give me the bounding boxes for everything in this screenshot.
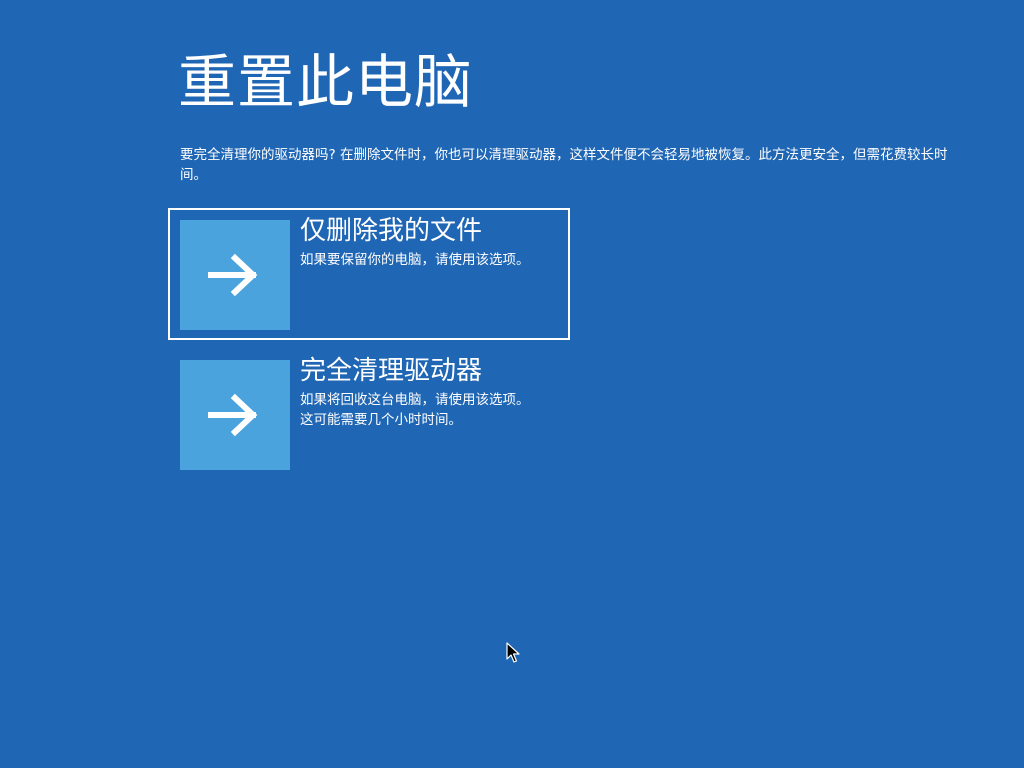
option-tile[interactable] <box>180 220 290 330</box>
option-fully-clean-drive[interactable]: 完全清理驱动器 如果将回收这台电脑，请使用该选项。这可能需要几个小时时间。 <box>168 348 570 480</box>
page-title: 重置此电脑 <box>178 48 474 116</box>
option-description: 如果将回收这台电脑，请使用该选项。这可能需要几个小时时间。 <box>300 392 530 428</box>
option-keep-my-files[interactable]: 仅删除我的文件 如果要保留你的电脑，请使用该选项。 <box>168 208 570 340</box>
mouse-pointer-icon <box>506 642 520 663</box>
arrow-right-icon <box>208 253 258 297</box>
option-description: 如果要保留你的电脑，请使用该选项。 <box>300 252 530 268</box>
page-description: 要完全清理你的驱动器吗? 在删除文件时，你也可以清理驱动器，这样文件便不会轻易地… <box>180 147 948 183</box>
option-title: 仅删除我的文件 <box>300 216 483 246</box>
reset-pc-screen: 重置此电脑 要完全清理你的驱动器吗? 在删除文件时，你也可以清理驱动器，这样文件… <box>0 0 1024 768</box>
option-tile[interactable] <box>180 360 290 470</box>
option-title: 完全清理驱动器 <box>300 356 483 386</box>
arrow-right-icon <box>208 393 258 437</box>
